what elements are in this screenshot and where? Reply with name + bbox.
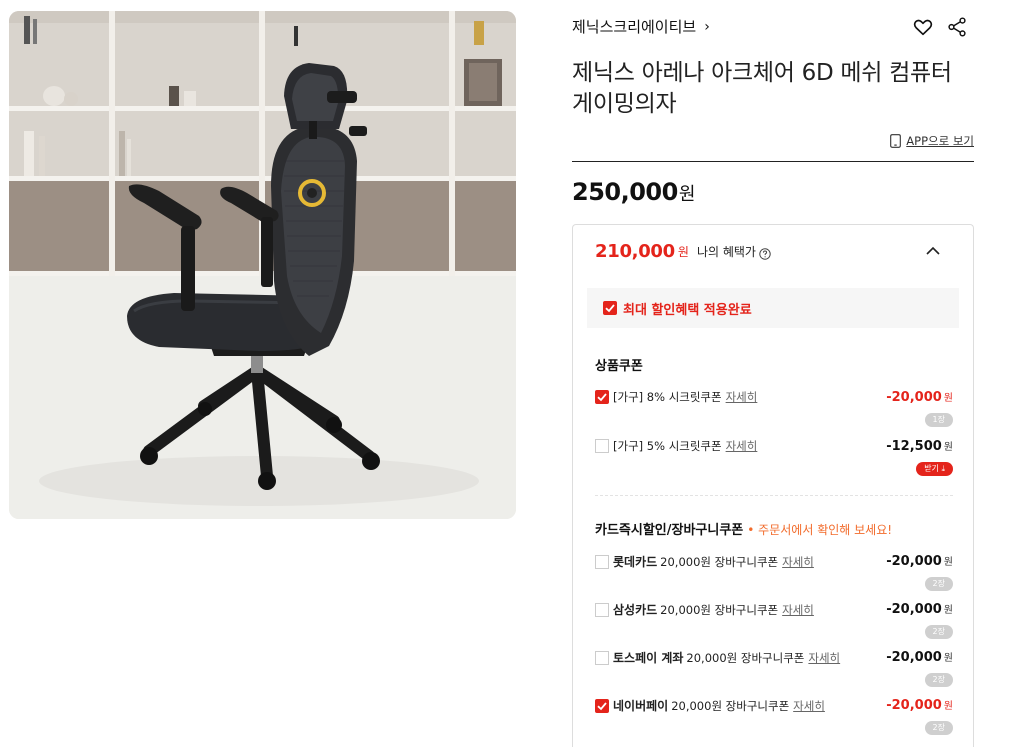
sale-price: 250,000 원	[572, 178, 695, 206]
share-icon[interactable]	[946, 16, 968, 38]
card-coupon-title: 카드즉시할인/장바구니쿠폰 • 주문서에서 확인해 보세요!	[595, 519, 892, 538]
card-name: 네이버페이	[613, 699, 669, 713]
discount-applied-box: 최대 할인혜택 적용완료	[587, 288, 959, 328]
coupon-count-badge: 2장	[924, 577, 953, 591]
office-chair-photo	[9, 11, 516, 519]
coupon-amount-unit: 원	[943, 653, 953, 664]
card-name: 삼성카드	[613, 603, 658, 617]
coupon-name: [가구] 8% 시크릿쿠폰	[613, 390, 722, 404]
price-unit: 원	[678, 184, 696, 205]
coupon-item[interactable]: [가구] 8% 시크릿쿠폰 자세히 -20,000 원 1장	[595, 389, 953, 429]
coupon-detail-link[interactable]: 자세히	[726, 438, 758, 454]
brand-name: 제닉스크리에이티브	[572, 18, 697, 36]
coupon-amount-value: -20,000	[886, 554, 942, 569]
coupon-amount-value: -20,000	[886, 602, 942, 617]
card-coupon-item[interactable]: 삼성카드 20,000원 장바구니쿠폰 자세히 -20,000 원 2장	[595, 601, 953, 641]
coupon-count-badge: 2장	[924, 721, 953, 735]
card-coupon-note: • 주문서에서 확인해 보세요!	[747, 523, 893, 537]
benefit-header[interactable]: 210,000 원 나의 혜택가	[595, 239, 951, 263]
coupon-detail-link[interactable]: 자세히	[793, 698, 825, 714]
coupon-checkbox[interactable]	[595, 439, 609, 453]
phone-icon	[890, 134, 902, 148]
coupon-amount: -20,000 원	[886, 553, 953, 569]
coupon-amount-value: -20,000	[886, 698, 942, 713]
benefit-price: 210,000	[595, 240, 675, 262]
coupon-checkbox[interactable]	[595, 698, 609, 713]
coupon-amount-unit: 원	[943, 701, 953, 712]
coupon-amount: -20,000 원	[886, 649, 953, 665]
coupon-amount-unit: 원	[943, 557, 953, 568]
coupon-name: 20,000원 장바구니쿠폰	[686, 650, 805, 665]
coupon-amount-unit: 원	[943, 442, 953, 453]
product-coupon-title: 상품쿠폰	[595, 359, 643, 374]
coupon-count-badge: 1장	[924, 413, 953, 427]
coupon-amount-value: -20,000	[886, 650, 942, 665]
brand-row: 제닉스크리에이티브 ›	[572, 16, 974, 40]
brand-link[interactable]: 제닉스크리에이티브 ›	[572, 16, 710, 37]
coupon-name: 20,000원 장바구니쿠폰	[671, 698, 790, 713]
product-title: 제닉스 아레나 아크체어 6D 메쉬 컴퓨터 게이밍의자	[572, 60, 952, 117]
chevron-right-icon: ›	[704, 18, 710, 35]
divider	[572, 161, 974, 162]
coupon-count-badge: 2장	[924, 625, 953, 639]
benefit-label: 나의 혜택가	[696, 244, 756, 259]
coupon-amount: -20,000 원	[886, 697, 953, 713]
coupon-amount-unit: 원	[943, 393, 953, 404]
coupon-detail-link[interactable]: 자세히	[782, 602, 814, 618]
coupon-download-button[interactable]: 받기 ⤓	[916, 462, 953, 476]
coupon-amount: -20,000 원	[886, 601, 953, 617]
card-coupon-item[interactable]: 토스페이 계좌 20,000원 장바구니쿠폰 자세히 -20,000 원 2장	[595, 649, 953, 689]
benefit-panel: 210,000 원 나의 혜택가 최대 할인혜택 적용완료 상품쿠폰 [가구] …	[572, 224, 974, 747]
price-amount: 250,000	[572, 178, 678, 206]
app-view-link[interactable]: APP으로 보기	[890, 133, 974, 149]
coupon-amount-value: -12,500	[886, 439, 942, 454]
section-divider	[595, 495, 953, 496]
coupon-checkbox[interactable]	[595, 650, 609, 665]
card-coupon-item[interactable]: 롯데카드 20,000원 장바구니쿠폰 자세히 -20,000 원 2장	[595, 553, 953, 593]
product-image[interactable]	[9, 11, 516, 519]
coupon-name: 20,000원 장바구니쿠폰	[660, 554, 779, 569]
card-coupon-title-text: 카드즉시할인/장바구니쿠폰	[595, 523, 744, 538]
coupon-checkbox[interactable]	[595, 602, 609, 617]
info-icon[interactable]	[759, 245, 771, 260]
coupon-name: 20,000원 장바구니쿠폰	[660, 602, 779, 617]
coupon-detail-link[interactable]: 자세히	[782, 554, 814, 570]
benefit-unit: 원	[677, 244, 689, 259]
checkbox-checked	[603, 301, 617, 315]
card-coupon-item[interactable]: 네이버페이 20,000원 장바구니쿠폰 자세히 -20,000 원 2장	[595, 697, 953, 737]
coupon-amount-value: -20,000	[886, 390, 942, 405]
app-view-label: APP으로 보기	[906, 134, 974, 148]
applied-text: 최대 할인혜택 적용완료	[623, 302, 752, 318]
heart-icon[interactable]	[912, 16, 934, 38]
card-name: 토스페이 계좌	[613, 651, 684, 665]
coupon-checkbox[interactable]	[595, 554, 609, 569]
coupon-checkbox[interactable]	[595, 390, 609, 404]
coupon-amount: -12,500 원	[886, 438, 953, 454]
chevron-up-icon[interactable]	[923, 241, 943, 261]
coupon-name: [가구] 5% 시크릿쿠폰	[613, 439, 722, 453]
card-name: 롯데카드	[613, 555, 658, 569]
coupon-count-badge: 2장	[924, 673, 953, 687]
coupon-detail-link[interactable]: 자세히	[726, 389, 758, 405]
coupon-amount: -20,000 원	[886, 389, 953, 405]
coupon-detail-link[interactable]: 자세히	[808, 650, 840, 666]
coupon-item[interactable]: [가구] 5% 시크릿쿠폰 자세히 -12,500 원 받기 ⤓	[595, 438, 953, 478]
coupon-amount-unit: 원	[943, 605, 953, 616]
